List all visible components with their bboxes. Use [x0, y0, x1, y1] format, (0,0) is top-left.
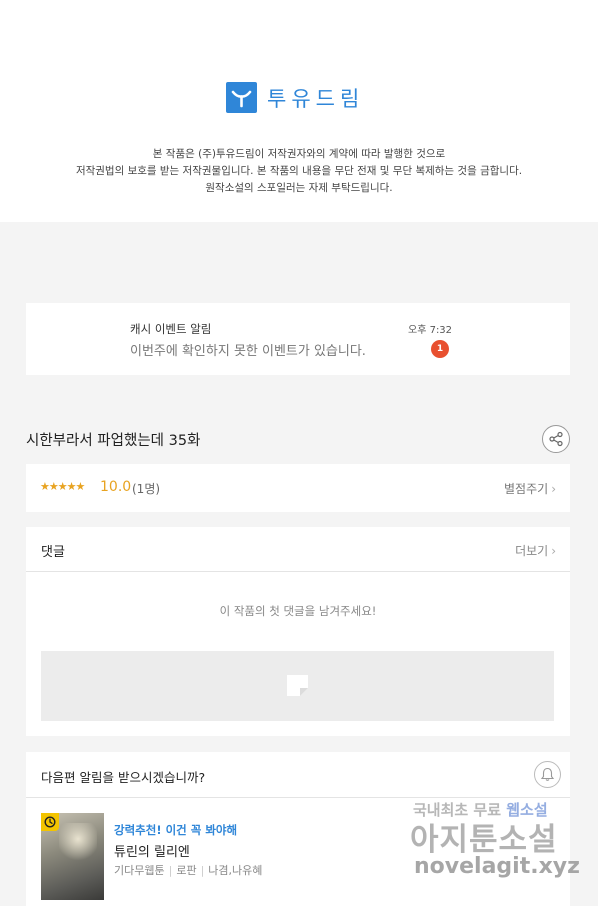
meta-genre: 로판: [176, 864, 197, 877]
thumbnail-art: [59, 823, 97, 863]
chevron-right-icon: ›: [551, 481, 556, 496]
alert-header: 다음편 알림을 받으시겠습니까?: [26, 752, 570, 798]
recommendation-title[interactable]: 튜린의 릴리엔: [114, 841, 190, 860]
y-mark-icon: [226, 82, 257, 113]
chevron-right-icon: ›: [551, 543, 556, 558]
notification-time: 오후 7:32: [408, 325, 453, 336]
copyright-line: 원작소설의 스포일러는 자제 부탁드립니다.: [205, 182, 393, 194]
brand-name: 투유드림: [267, 86, 365, 111]
meta-divider: |: [168, 863, 173, 877]
copyright-notice: 본 작품은 (주)투유드림이 저작권자와의 계약에 따라 발행한 것으로 저작권…: [0, 146, 598, 197]
rating-score: 10.0: [100, 479, 132, 495]
clock-icon: [41, 813, 59, 831]
recommendation-tag: 강력추천! 이건 꼭 봐야해: [114, 823, 238, 837]
notification-title: 캐시 이벤트 알림: [130, 322, 212, 336]
notification-badge: 1: [431, 340, 449, 358]
rate-button-label: 별점주기: [504, 482, 549, 496]
share-icon: [549, 431, 563, 447]
brand-logo: 투유드림: [226, 82, 364, 113]
episode-title: 시한부라서 파업했는데 35화: [26, 433, 201, 449]
rate-button[interactable]: 별점주기 ›: [504, 480, 556, 497]
notification-message: 이번주에 확인하지 못한 이벤트가 있습니다.: [130, 344, 366, 359]
more-label: 더보기: [515, 544, 549, 558]
copyright-line: 저작권법의 보호를 받는 저작권물입니다. 본 작품의 내용을 무단 전재 및 …: [75, 165, 523, 177]
comment-write-box[interactable]: [41, 651, 554, 721]
comments-more-button[interactable]: 더보기 ›: [515, 542, 556, 559]
meta-divider: |: [200, 863, 205, 877]
copyright-line: 본 작품은 (주)투유드림이 저작권자와의 계약에 따라 발행한 것으로: [152, 148, 446, 160]
rating-card: ★★★★★ 10.0 (1명) 별점주기 ›: [26, 464, 570, 512]
alert-question: 다음편 알림을 받으시겠습니까?: [41, 770, 206, 785]
comments-title: 댓글: [41, 545, 65, 560]
publisher-header: 투유드림 본 작품은 (주)투유드림이 저작권자와의 계약에 따라 발행한 것으…: [0, 0, 598, 222]
next-episode-alert: 다음편 알림을 받으시겠습니까? 강력추천! 이건 꼭 봐야해 튜린의 릴리엔 …: [26, 752, 570, 906]
cash-event-notification[interactable]: 캐시 이벤트 알림 오후 7:32 이번주에 확인하지 못한 이벤트가 있습니다…: [26, 303, 570, 375]
rating-count: (1명): [132, 482, 161, 496]
alert-toggle-button[interactable]: [534, 761, 561, 788]
bell-icon: [540, 767, 555, 781]
comments-section: 댓글 더보기 › 이 작품의 첫 댓글을 남겨주세요!: [26, 527, 570, 736]
comments-header: 댓글 더보기 ›: [26, 527, 570, 572]
comments-empty-message: 이 작품의 첫 댓글을 남겨주세요!: [219, 604, 377, 618]
meta-category: 기다무웹툰: [114, 864, 165, 877]
recommendation-thumbnail[interactable]: [41, 813, 104, 900]
recommendation-meta: 기다무웹툰 | 로판 | 나겸,나유혜: [114, 862, 262, 878]
write-icon: [287, 675, 308, 696]
rating-stars: ★★★★★: [40, 480, 85, 493]
meta-authors: 나겸,나유혜: [208, 864, 263, 877]
share-button[interactable]: [542, 425, 570, 453]
